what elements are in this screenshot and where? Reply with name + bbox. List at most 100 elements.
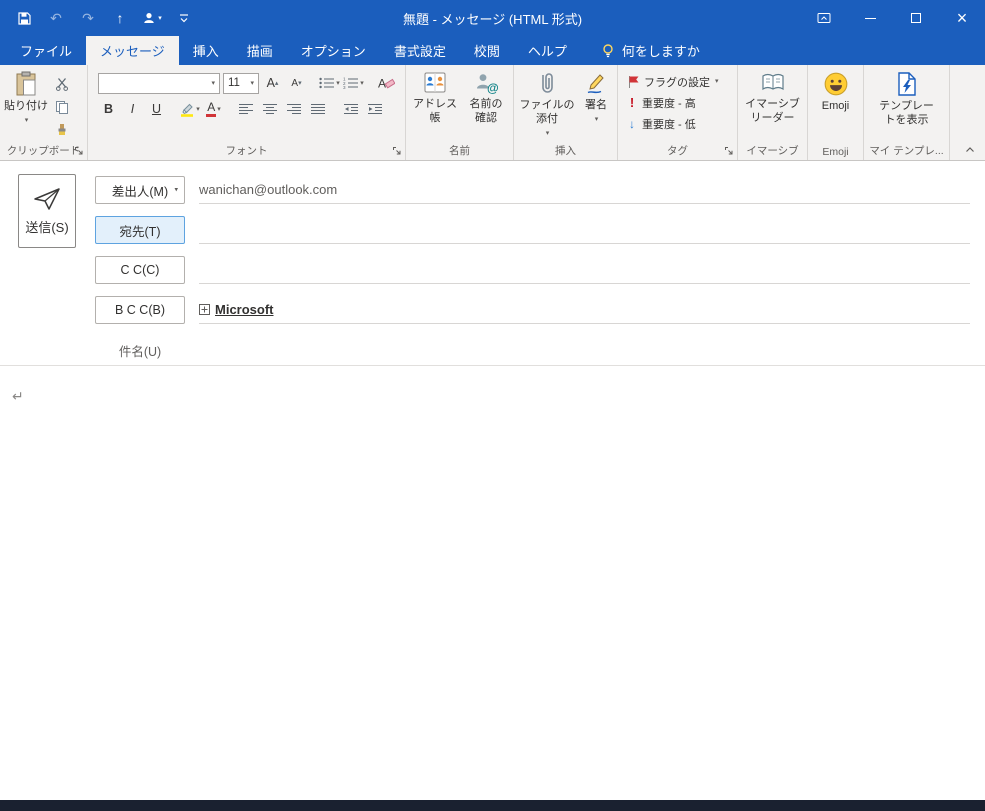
- dialog-launcher-icon: [75, 147, 83, 155]
- from-field[interactable]: wanichan@outlook.com: [199, 176, 970, 204]
- address-book-button[interactable]: アドレス帳: [408, 68, 462, 142]
- signature-label: 署名: [585, 99, 607, 111]
- tab-insert[interactable]: 挿入: [179, 36, 233, 65]
- message-body-editor[interactable]: ↵: [0, 366, 985, 800]
- clipboard-dialog-launcher[interactable]: [73, 145, 85, 157]
- immersive-reader-button[interactable]: イマーシブリーダー: [743, 68, 803, 142]
- cc-button[interactable]: C C(C): [95, 256, 185, 284]
- attach-file-button[interactable]: ファイルの添付 ▾: [516, 68, 578, 142]
- copy-button[interactable]: [50, 98, 74, 116]
- emoji-button[interactable]: Emoji: [813, 68, 859, 142]
- high-importance-button[interactable]: ! 重要度 - 高: [626, 94, 735, 111]
- tell-me-box[interactable]: 何をしますか: [601, 36, 700, 65]
- tab-options[interactable]: オプション: [287, 36, 380, 65]
- tab-file[interactable]: ファイル: [6, 36, 86, 65]
- cut-button[interactable]: [50, 75, 74, 93]
- view-templates-button[interactable]: テンプレートを表示: [875, 68, 939, 142]
- numbering-button[interactable]: 123 ▾: [343, 73, 364, 94]
- copy-icon: [56, 101, 68, 114]
- bcc-field[interactable]: Microsoft: [199, 296, 970, 324]
- format-painter-button[interactable]: [50, 121, 74, 139]
- cc-field[interactable]: [199, 256, 970, 284]
- tab-draw[interactable]: 描画: [233, 36, 287, 65]
- minimize-button[interactable]: [847, 0, 893, 36]
- svg-text:3: 3: [343, 85, 346, 89]
- bcc-recipient[interactable]: Microsoft: [199, 302, 274, 317]
- from-button[interactable]: 差出人(M) ▾: [95, 176, 185, 204]
- user-icon: [144, 13, 154, 23]
- chevron-down-icon: ▾: [174, 186, 178, 194]
- chevron-down-icon: ▾: [211, 79, 215, 87]
- shrink-font-button[interactable]: A ▾: [286, 73, 307, 94]
- scissors-icon: [56, 78, 68, 91]
- redo-icon: ↷: [82, 9, 94, 26]
- titlebar: ↶ ↷ ↑ ▾ 無題 - メッセージ (HTML 形式) ×: [0, 0, 985, 36]
- chevron-down-icon: ▾: [196, 105, 200, 113]
- signature-button[interactable]: 署名 ▾: [578, 68, 614, 142]
- customize-qat-button[interactable]: [172, 5, 196, 31]
- bcc-button[interactable]: B C C(B): [95, 296, 185, 324]
- grow-font-button[interactable]: A ▴: [262, 73, 283, 94]
- emoji-label: Emoji: [821, 100, 850, 112]
- send-button[interactable]: 送信(S): [18, 174, 76, 248]
- address-book-label: アドレス帳: [413, 98, 457, 124]
- decrease-indent-button[interactable]: [341, 99, 362, 120]
- group-label-font: フォント: [88, 143, 405, 158]
- check-names-button[interactable]: @ 名前の確認: [462, 68, 510, 142]
- paste-label: 貼り付け: [4, 100, 48, 112]
- clipboard-mini-buttons: [50, 68, 74, 142]
- low-importance-label: 重要度 - 低: [642, 118, 696, 131]
- follow-up-flag-button[interactable]: フラグの設定 ▾: [626, 73, 735, 90]
- save-icon: [17, 11, 31, 25]
- to-button[interactable]: 宛先(T): [95, 216, 185, 244]
- paperclip-icon: [542, 73, 553, 93]
- cc-row: C C(C): [95, 256, 970, 284]
- align-right-button[interactable]: [284, 99, 305, 120]
- tab-help[interactable]: ヘルプ: [514, 36, 581, 65]
- bold-button[interactable]: B: [98, 99, 119, 120]
- up-arrow-button[interactable]: ↑: [108, 5, 132, 31]
- undo-button[interactable]: ↶: [44, 5, 68, 31]
- bottom-bar: [0, 800, 985, 811]
- tab-format-text[interactable]: 書式設定: [380, 36, 460, 65]
- redo-button[interactable]: ↷: [76, 5, 100, 31]
- group-label-text: イマーシブ: [746, 145, 799, 157]
- clear-formatting-button[interactable]: A: [376, 73, 397, 94]
- numbered-list-icon: 123: [343, 77, 359, 89]
- tab-message[interactable]: メッセージ: [86, 36, 179, 65]
- justify-button[interactable]: [308, 99, 329, 120]
- user-button[interactable]: ▾: [140, 5, 164, 31]
- font-dialog-launcher[interactable]: [391, 145, 403, 157]
- close-button[interactable]: ×: [939, 0, 985, 36]
- save-button[interactable]: [12, 5, 36, 31]
- align-center-button[interactable]: [260, 99, 281, 120]
- low-importance-button[interactable]: ↓ 重要度 - 低: [626, 115, 735, 132]
- increase-indent-button[interactable]: [365, 99, 386, 120]
- subject-row: 件名(U): [95, 336, 970, 364]
- group-label-text: 名前: [449, 145, 470, 157]
- highlight-button[interactable]: ▾: [179, 99, 200, 120]
- tab-label: 挿入: [192, 44, 219, 59]
- subject-field[interactable]: [199, 336, 970, 364]
- paragraph-mark: ↵: [12, 388, 24, 404]
- paste-button[interactable]: 貼り付け ▾: [2, 68, 50, 142]
- font-color-button[interactable]: A ▾: [203, 99, 224, 120]
- tab-label: ファイル: [20, 44, 73, 59]
- tags-dialog-launcher[interactable]: [723, 145, 735, 157]
- tab-label: メッセージ: [100, 44, 165, 59]
- italic-button[interactable]: I: [122, 99, 143, 120]
- tab-review[interactable]: 校閲: [460, 36, 514, 65]
- bullets-button[interactable]: ▾: [319, 73, 340, 94]
- underline-button[interactable]: U: [146, 99, 167, 120]
- maximize-button[interactable]: [893, 0, 939, 36]
- collapse-ribbon-button[interactable]: [962, 143, 978, 156]
- chevron-down-icon: ▾: [217, 105, 221, 113]
- check-names-label: 名前の確認: [469, 98, 503, 124]
- align-left-button[interactable]: [236, 99, 257, 120]
- font-name-combo[interactable]: ▾: [98, 72, 220, 94]
- outlook-compose-window: ↶ ↷ ↑ ▾ 無題 - メッセージ (HTML 形式) × ファイル メッセー…: [0, 0, 985, 811]
- to-field[interactable]: [199, 216, 970, 244]
- ribbon-display-options-button[interactable]: [801, 0, 847, 36]
- font-size-combo[interactable]: 11 ▾: [223, 72, 259, 94]
- flag-label: フラグの設定: [644, 76, 710, 89]
